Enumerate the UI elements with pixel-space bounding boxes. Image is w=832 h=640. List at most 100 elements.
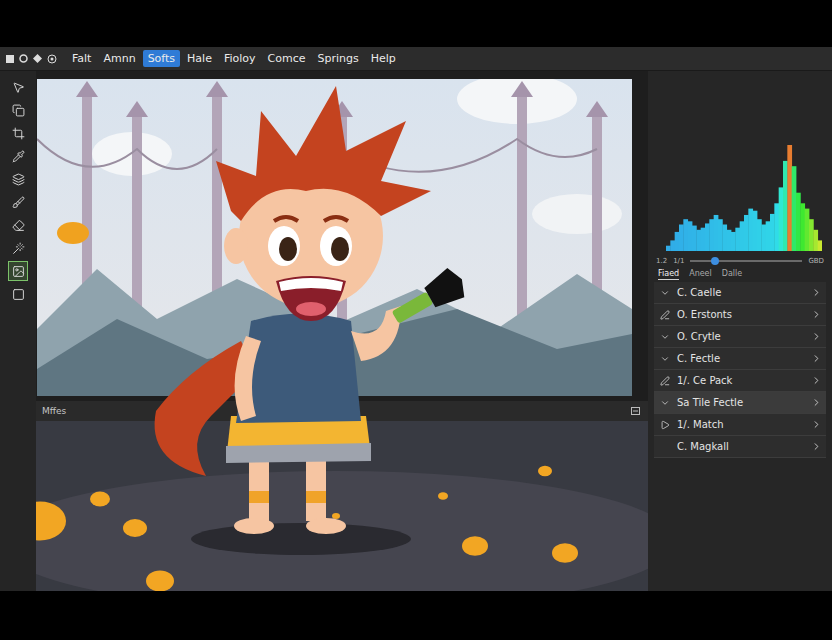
chevron-down-icon — [660, 354, 670, 364]
tool-button[interactable] — [8, 100, 28, 120]
histogram-bar — [800, 203, 805, 251]
histogram-bar — [774, 203, 779, 251]
chevron-down-icon — [660, 332, 670, 342]
chevron-right-icon[interactable] — [811, 375, 822, 386]
layer-row[interactable]: 1/. Ce Pack — [654, 370, 826, 392]
histogram-bar — [805, 209, 810, 251]
layer-row[interactable]: Sa Tile Fectle — [654, 392, 826, 414]
histogram-bar — [731, 232, 736, 251]
axis-tick: 1.2 — [656, 257, 667, 265]
layer-kind — [659, 397, 671, 409]
layer-row[interactable]: C. Fectle — [654, 348, 826, 370]
tool-button[interactable] — [8, 123, 28, 143]
tool-button[interactable] — [8, 238, 28, 258]
histogram-bar — [818, 240, 822, 251]
tool-bar — [0, 71, 36, 591]
layer-kind — [659, 331, 671, 343]
layer-row[interactable]: C. Magkall — [654, 436, 826, 458]
histogram-bar — [753, 211, 758, 251]
axis-tick: 1/1 — [673, 257, 684, 265]
target-icon[interactable] — [47, 54, 57, 64]
letterbox-top — [0, 0, 832, 47]
histogram-chart — [666, 141, 822, 251]
timeline-strip: Mffes — [36, 401, 648, 421]
layer-label: O. Erstonts — [677, 309, 805, 320]
letterbox-bottom — [0, 591, 832, 640]
histogram-bar — [675, 232, 680, 251]
menu-item[interactable]: Fioloy — [219, 50, 261, 67]
panel-menu-icon[interactable] — [631, 407, 640, 415]
panel-tab[interactable]: Aneel — [689, 269, 712, 280]
histogram-axis: 1.2 1/1 GBD — [648, 253, 832, 265]
menu-item[interactable]: Help — [366, 50, 401, 67]
panel-tab[interactable]: Dalle — [722, 269, 742, 280]
tool-button[interactable] — [8, 192, 28, 212]
chevron-right-icon[interactable] — [811, 331, 822, 342]
layer-row[interactable]: O. Crytle — [654, 326, 826, 348]
histogram-bar — [792, 166, 797, 251]
histogram-bar — [688, 221, 693, 251]
circle-icon[interactable] — [19, 54, 28, 63]
histogram-bar — [770, 214, 775, 251]
canvas-area: Mffes — [36, 71, 648, 591]
layer-label: C. Fectle — [677, 353, 805, 364]
app-window: FaltAmnnSoftsHaleFioloyComceSpringsHelpM… — [0, 0, 832, 640]
pen-icon — [660, 376, 670, 386]
tool-button[interactable] — [8, 215, 28, 235]
layer-kind — [659, 287, 671, 299]
histogram-bar — [735, 228, 740, 251]
chevron-down-icon — [660, 398, 670, 408]
tool-button[interactable] — [8, 146, 28, 166]
menu-item[interactable]: Falt — [67, 50, 96, 67]
menu-bar: FaltAmnnSoftsHaleFioloyComceSpringsHelp — [0, 47, 832, 71]
brush-icon — [12, 196, 25, 209]
chevron-right-icon[interactable] — [811, 397, 822, 408]
layer-row[interactable]: C. Caelle — [654, 282, 826, 304]
histogram-bar — [696, 230, 701, 251]
histogram-bar — [683, 219, 688, 251]
histogram-bar — [783, 161, 788, 251]
diamond-icon[interactable] — [33, 54, 42, 63]
chevron-right-icon[interactable] — [811, 441, 822, 452]
axis-tick: GBD — [808, 257, 824, 265]
chevron-right-icon[interactable] — [811, 353, 822, 364]
ground-view — [36, 421, 648, 591]
workspace: Mffes 1.2 1/1 GBD Fiaed Aneel Dalle C. Caelle O.… — [0, 71, 832, 591]
chevron-right-icon[interactable] — [811, 309, 822, 320]
layer-kind — [659, 441, 671, 453]
menu-item[interactable]: Hale — [182, 50, 217, 67]
menu-item[interactable]: Comce — [263, 50, 311, 67]
layer-row[interactable]: O. Erstonts — [654, 304, 826, 326]
canvas[interactable] — [36, 71, 648, 396]
histogram — [648, 141, 832, 253]
histogram-bar — [796, 193, 801, 251]
square-icon[interactable] — [6, 55, 14, 63]
histogram-bar — [666, 246, 671, 251]
histogram-bar — [718, 219, 723, 251]
menu-item[interactable]: Springs — [312, 50, 363, 67]
chevron-right-icon[interactable] — [811, 287, 822, 298]
histogram-bar — [787, 145, 792, 251]
menu-item[interactable]: Amnn — [98, 50, 140, 67]
character-artwork — [36, 71, 648, 591]
copy-icon — [12, 104, 25, 117]
layer-label: O. Crytle — [677, 331, 805, 342]
histogram-bar — [705, 223, 710, 251]
layer-label: 1/. Match — [677, 419, 805, 430]
wand-icon — [12, 242, 25, 255]
tool-button[interactable] — [8, 169, 28, 189]
panel-tab[interactable]: Fiaed — [658, 269, 679, 280]
tool-button[interactable] — [8, 284, 28, 304]
menu-item[interactable]: Softs — [143, 50, 180, 67]
layer-row[interactable]: 1/. Match — [654, 414, 826, 436]
slider-knob[interactable] — [711, 257, 719, 265]
tool-button[interactable] — [8, 261, 28, 281]
histogram-slider[interactable] — [690, 260, 802, 262]
chevron-right-icon[interactable] — [811, 419, 822, 430]
tool-button[interactable] — [8, 77, 28, 97]
eraser-icon — [12, 219, 25, 232]
histogram-bar — [670, 240, 675, 251]
image-icon — [12, 265, 25, 278]
histogram-bar — [714, 215, 719, 251]
ground-artwork — [36, 421, 648, 591]
